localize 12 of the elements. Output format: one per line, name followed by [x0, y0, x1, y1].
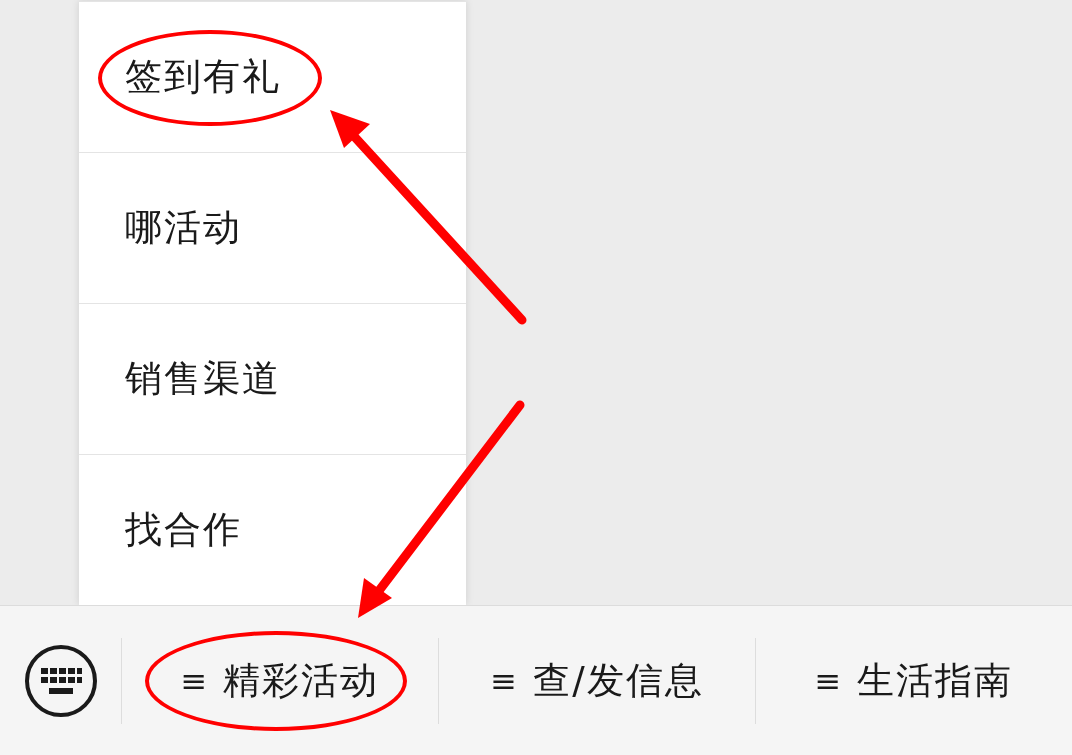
tab-label: 查/发信息 — [533, 657, 704, 704]
menu-tab[interactable]: ≡ 生活指南 — [756, 628, 1072, 733]
menu-tab[interactable]: ≡ 精彩活动 — [122, 628, 438, 733]
keyboard-icon[interactable] — [23, 643, 98, 718]
menu-item[interactable]: 哪活动 — [79, 152, 466, 303]
tab-label: 精彩活动 — [223, 657, 380, 704]
menu-item[interactable]: 销售渠道 — [79, 303, 466, 454]
menu-icon: ≡ — [490, 661, 520, 700]
tab-label: 生活指南 — [857, 657, 1014, 704]
menu-tab[interactable]: ≡ 查/发信息 — [439, 628, 755, 733]
menu-icon: ≡ — [814, 661, 844, 700]
menu-icon: ≡ — [180, 661, 210, 700]
